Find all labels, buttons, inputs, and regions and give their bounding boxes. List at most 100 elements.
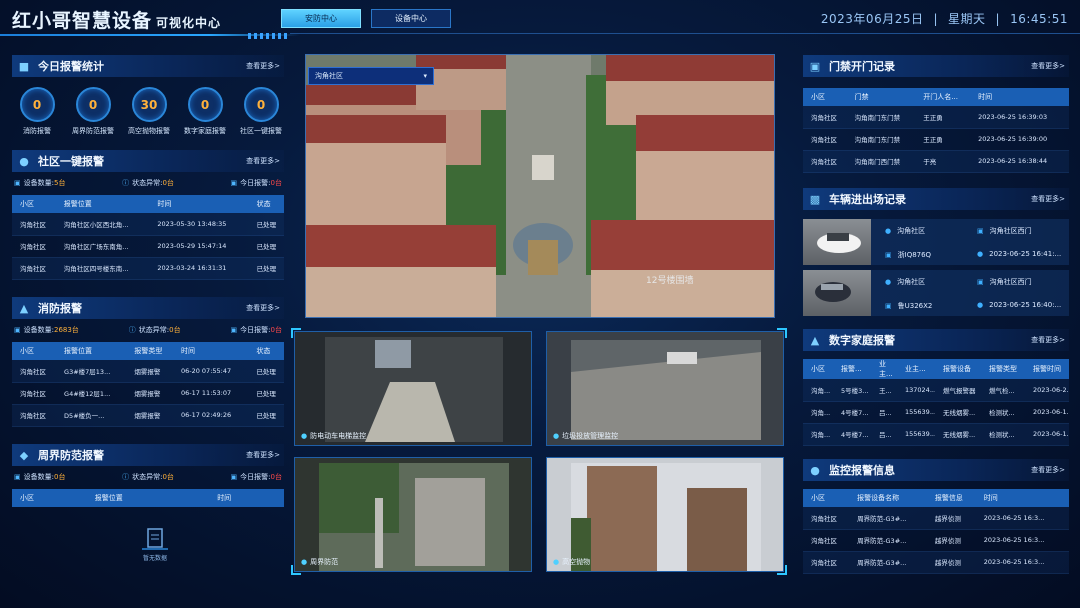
view-more-link[interactable]: 查看更多> <box>246 450 280 460</box>
table-row[interactable]: 沟角... 5号楼3... 王... 137024... 燃气报警器 燃气检... 2023… <box>803 379 1069 402</box>
vehicle-time: ● 2023-06-25 16:40:... <box>977 300 1062 309</box>
home-icon: ▲ <box>810 333 820 347</box>
gate-icon: ▣ <box>977 227 984 235</box>
stat-community[interactable]: 0 社区一键报警 <box>238 87 284 136</box>
table-header: 小区 报警位置 时间 状态 <box>12 195 284 213</box>
view-more-link[interactable]: 查看更多> <box>246 303 280 313</box>
warning-icon: ⓘ <box>122 179 130 187</box>
time-text: 16:45:51 <box>1010 12 1068 26</box>
community-alarm-panel: ● 社区一键报警 查看更多> ▣ 设备数量:5台 ⓘ 状态异常:0台 ▣ 今日报警:0… <box>12 150 284 280</box>
panel-title: 门禁开门记录 <box>829 60 895 73</box>
perimeter-alarm-panel: ◆ 周界防范报警 查看更多> ▣ 设备数量:0台 ⓘ 状态异常:0台 ▣ 今日报警:0… <box>12 444 284 507</box>
fire-alarm-table: 小区 报警位置 报警类型 时间 状态 沟角社区 G3#楼7层13... 烟雾报警 06-20 … <box>12 342 284 427</box>
table-row[interactable]: 沟角社区 沟角社区小区西北角... 2023-05-30 13:48:35 已处理 <box>12 213 284 236</box>
stat-value: 0 <box>243 87 279 122</box>
table-row[interactable]: 沟角社区 G3#楼7层13... 烟雾报警 06-20 07:55:47 已处理 <box>12 360 284 383</box>
panel-header: ● 监控报警信息 查看更多> <box>803 459 1069 481</box>
vehicle-community: ● 沟角社区 <box>885 278 926 286</box>
warning-icon: ⓘ <box>128 326 136 334</box>
vehicle-record[interactable]: ● 沟角社区 ▣ 沟角社区西门 ▣ 鲁U326X2 ● 2023-06-25 16:40… <box>803 270 1069 316</box>
empty-data-icon <box>142 528 168 550</box>
stat-fire[interactable]: 0 消防报警 <box>14 87 60 136</box>
frame-corner <box>291 328 301 338</box>
tab-device-center[interactable]: 设备中心 <box>371 9 451 28</box>
table-row[interactable]: 沟角社区 周界防范-G3#... 越界侦测 2023-06-25 16:3... <box>803 529 1069 552</box>
empty-text: 暂无数据 <box>142 555 167 562</box>
table-header: 小区 报警位置 报警类型 时间 状态 <box>12 342 284 360</box>
camera-icon: ● <box>810 463 820 477</box>
calendar-icon: ▣ <box>230 179 238 187</box>
table-row[interactable]: 沟角... 4号楼7... 吕... 155639... 无线烟雾... 检测状... 20… <box>803 401 1069 424</box>
table-row[interactable]: 沟角社区 沟角社区四号楼东南... 2023-03-24 16:31:31 已处理 <box>12 257 284 280</box>
perimeter-alarm-table: 小区 报警位置 时间 <box>12 489 284 507</box>
frame-corner <box>777 328 787 338</box>
panel-title: 数字家庭报警 <box>829 334 895 347</box>
weekday-text: 星期天 <box>948 12 986 26</box>
stat-label: 数字家庭报警 <box>184 127 226 135</box>
table-row[interactable]: 沟角社区 沟角南门东门禁 王正勇 2023-06-25 16:39:03 <box>803 106 1069 129</box>
stat-label: 高空抛物报警 <box>128 127 170 135</box>
vehicle-record[interactable]: ● 沟角社区 ▣ 沟角社区西门 ▣ 浙IQ876Q ● 2023-06-25 16:41… <box>803 219 1069 265</box>
table-row[interactable]: 沟角社区 G4#楼12层1... 烟雾报警 06-17 11:53:07 已处理 <box>12 382 284 405</box>
stat-perimeter[interactable]: 0 周界防范报警 <box>70 87 116 136</box>
device-icon: ▣ <box>14 473 21 481</box>
table-row[interactable]: 沟角社区 沟角南门东门禁 王正勇 2023-06-25 16:39:00 <box>803 128 1069 151</box>
panel-title: 监控报警信息 <box>829 464 895 477</box>
device-summary: ▣ 设备数量:5台 ⓘ 状态异常:0台 ▣ 今日报警:0台 <box>14 179 282 187</box>
table-header: 小区 门禁 开门人名... 时间 <box>803 88 1069 106</box>
digital-home-table: 小区 报警... 业主... 业主... 报警设备 报警类型 报警时间 沟角... 5号楼3.… <box>803 359 1069 446</box>
shield-icon: ◆ <box>19 448 29 462</box>
location-pin-icon: ● <box>553 432 560 440</box>
high-altitude-camera-image <box>547 458 783 571</box>
table-row[interactable]: 沟角社区 D5#楼负一... 烟雾报警 06-17 02:49:26 已处理 <box>12 404 284 427</box>
fire-extinguisher-icon: ▲ <box>19 301 29 315</box>
view-more-link[interactable]: 查看更多> <box>1031 61 1065 71</box>
camera-feed-garbage[interactable]: ● 垃圾投放管理监控 <box>546 331 784 446</box>
view-more-link[interactable]: 查看更多> <box>246 61 280 71</box>
date-text: 2023年06月25日 <box>820 12 924 26</box>
table-row[interactable]: 沟角社区 沟角社区广场东南角... 2023-05-29 15:47:14 已处理 <box>12 235 284 258</box>
lock-icon: ▣ <box>809 59 821 73</box>
view-more-link[interactable]: 查看更多> <box>1031 194 1065 204</box>
view-more-link[interactable]: 查看更多> <box>1031 335 1065 345</box>
camera-feed-high-altitude[interactable]: ● 高空抛物 <box>546 457 784 572</box>
tab-security-center[interactable]: 安防中心 <box>281 9 361 28</box>
app-title: 红小哥智慧设备 可视化中心 <box>12 10 222 32</box>
header-divider <box>290 33 1080 34</box>
person-icon: ● <box>19 154 29 168</box>
stat-high-altitude[interactable]: 30 高空抛物报警 <box>126 87 172 136</box>
panel-header: ■ 今日报警统计 查看更多> <box>12 55 284 77</box>
panel-header: ▲ 数字家庭报警 查看更多> <box>803 329 1069 351</box>
stat-digital-home[interactable]: 0 数字家庭报警 <box>182 87 228 136</box>
location-pin-icon: ● <box>885 278 892 286</box>
camera-feed-elevator[interactable]: ● 防电动车电梯监控 <box>294 331 532 446</box>
main-video-feed[interactable]: 沟角社区 ▾ 12号楼围墙 <box>305 54 775 318</box>
vehicle-plate: ▣ 鲁U326X2 <box>885 301 933 310</box>
location-pin-icon: ● <box>553 558 560 566</box>
vehicle-photo <box>803 270 871 316</box>
perimeter-camera-image <box>295 458 531 571</box>
gate-icon: ▣ <box>977 278 984 286</box>
table-row[interactable]: 沟角社区 周界防范-G3#... 越界侦测 2023-06-25 16:3... <box>803 551 1069 574</box>
camera-label: ● 垃圾投放管理监控 <box>553 432 619 440</box>
community-select-value: 沟角社区 <box>315 72 343 80</box>
view-more-link[interactable]: 查看更多> <box>246 156 280 166</box>
empty-state: 暂无数据 <box>140 527 170 562</box>
table-row[interactable]: 沟角... 4号楼7... 吕... 155639... 无线烟雾... 检测状... 20… <box>803 423 1069 446</box>
table-row[interactable]: 沟角社区 周界防范-G3#... 越界侦测 2023-06-25 16:3... <box>803 507 1069 530</box>
community-select[interactable]: 沟角社区 ▾ <box>308 67 434 85</box>
monitor-alarm-panel: ● 监控报警信息 查看更多> 小区 报警设备名称 报警信息 时间 沟角社区 周界防范-G… <box>803 459 1069 574</box>
location-pin-icon: ● <box>885 227 892 235</box>
vehicle-plate: ▣ 浙IQ876Q <box>885 250 932 259</box>
camera-feed-perimeter[interactable]: ● 周界防范 <box>294 457 532 572</box>
digital-home-panel: ▲ 数字家庭报警 查看更多> 小区 报警... 业主... 业主... 报警设备 报警类型… <box>803 329 1069 446</box>
view-more-link[interactable]: 查看更多> <box>1031 465 1065 475</box>
frame-corner <box>777 565 787 575</box>
bell-icon: ■ <box>18 59 30 73</box>
camera-label: ● 防电动车电梯监控 <box>301 432 367 440</box>
calendar-icon: ▣ <box>230 326 238 334</box>
camera-label: ● 周界防范 <box>301 558 339 566</box>
vehicle-gate: ▣ 沟角社区西门 <box>977 227 1032 235</box>
table-row[interactable]: 沟角社区 沟角南门西门禁 于亮 2023-06-25 16:38:44 <box>803 150 1069 173</box>
warning-icon: ⓘ <box>122 473 130 481</box>
